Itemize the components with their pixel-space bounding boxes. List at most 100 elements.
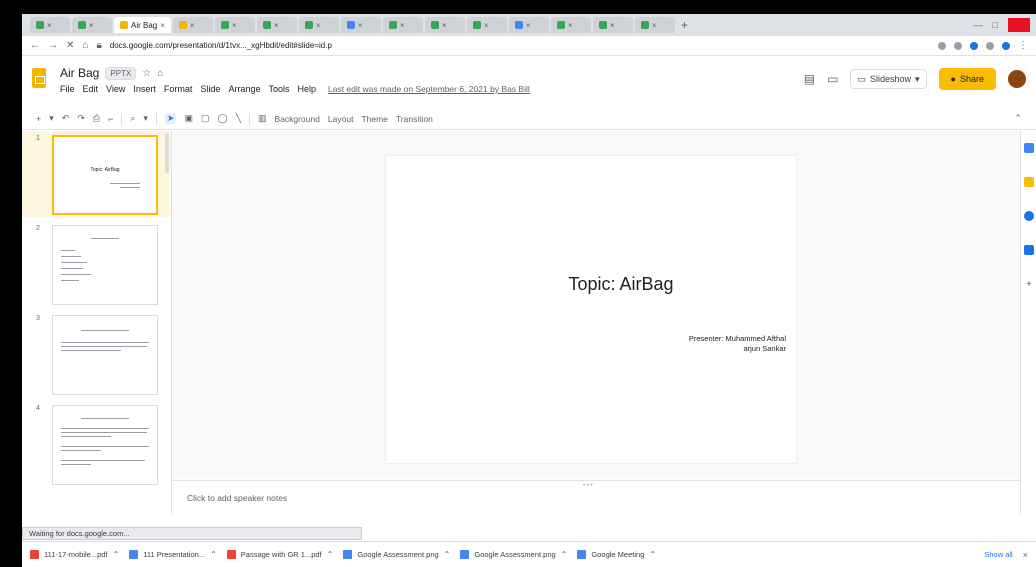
close-tab-icon[interactable]: × [400, 21, 405, 30]
close-tab-icon[interactable]: × [442, 21, 447, 30]
chevron-down-icon[interactable]: ⌃ [649, 550, 656, 559]
shape-icon[interactable]: ◯ [218, 113, 228, 124]
theme-button[interactable]: Theme [361, 114, 387, 124]
zoom-icon[interactable]: ⌕ [130, 113, 135, 124]
speaker-notes[interactable]: • • • Click to add speaker notes [173, 480, 1020, 514]
chevron-down-icon[interactable]: ⌃ [444, 550, 451, 559]
menu-arrange[interactable]: Arrange [228, 84, 260, 94]
avatar[interactable] [1008, 70, 1026, 88]
close-tab-icon[interactable]: × [160, 21, 165, 30]
close-window-button[interactable] [1008, 18, 1030, 32]
browser-tab[interactable]: × [424, 17, 465, 33]
download-item[interactable]: Google Assessment.png ⌃ [460, 550, 567, 559]
menu-slide[interactable]: Slide [200, 84, 220, 94]
menu-view[interactable]: View [106, 84, 125, 94]
download-item[interactable]: Google Assessment.png ⌃ [343, 550, 450, 559]
chevron-down-icon[interactable]: ▾ [915, 74, 920, 85]
browser-tab[interactable]: × [172, 17, 213, 33]
menu-file[interactable]: File [60, 84, 75, 94]
slide-subtitle-text[interactable]: Presenter: Muhammed Afthal arjun Sankar [586, 334, 786, 354]
home-icon[interactable]: ⌂ [82, 40, 88, 51]
close-tab-icon[interactable]: × [274, 21, 279, 30]
print-icon[interactable]: ⎙ [93, 113, 100, 124]
browser-tab[interactable]: × [466, 17, 507, 33]
close-tab-icon[interactable]: × [190, 21, 195, 30]
undo-icon[interactable]: ↶ [62, 113, 70, 124]
chevron-down-icon[interactable]: ⌃ [561, 550, 568, 559]
comments-icon[interactable]: ▤ [804, 72, 815, 86]
close-tab-icon[interactable]: × [526, 21, 531, 30]
calendar-icon[interactable] [1024, 143, 1034, 153]
browser-tab[interactable]: × [592, 17, 633, 33]
close-tab-icon[interactable]: × [484, 21, 489, 30]
url-field[interactable]: docs.google.com/presentation/d/1tvx..._x… [110, 41, 930, 50]
slide-thumbnail[interactable]: Topic: AirBag [52, 135, 158, 215]
slide-thumbnail-row[interactable]: 4 [22, 401, 171, 487]
last-edit-link[interactable]: Last edit was made on September 6, 2021 … [328, 84, 530, 94]
maximize-icon[interactable]: □ [993, 20, 998, 30]
browser-tab[interactable]: × [634, 17, 675, 33]
extension-icon[interactable] [986, 41, 994, 50]
menu-dots-icon[interactable]: ⋮ [1018, 40, 1028, 51]
line-icon[interactable]: ╲ [236, 113, 241, 124]
paint-format-icon[interactable]: ⌐ [108, 114, 113, 124]
close-tab-icon[interactable]: × [47, 21, 52, 30]
contacts-icon[interactable] [1024, 245, 1034, 255]
browser-tab[interactable]: × [340, 17, 381, 33]
transition-button[interactable]: Transition [396, 114, 433, 124]
star-icon[interactable]: ☆ [142, 68, 151, 79]
slide-thumbnail[interactable] [52, 405, 158, 485]
slide-thumbnail[interactable] [52, 315, 158, 395]
add-on-icon[interactable]: + [1024, 279, 1034, 290]
browser-tab[interactable]: × [550, 17, 591, 33]
share-button[interactable]: ● Share [938, 68, 996, 90]
collapse-toolbar-icon[interactable]: ⌃ [1014, 113, 1022, 124]
download-item[interactable]: Passage with GR 1...pdf ⌃ [226, 550, 334, 559]
extension-icon[interactable] [954, 41, 962, 50]
comment-add-icon[interactable]: ▥ [258, 113, 267, 124]
menu-help[interactable]: Help [297, 84, 316, 94]
download-item[interactable]: 111-17-mobile...pdf ⌃ [30, 550, 119, 559]
close-tab-icon[interactable]: × [232, 21, 237, 30]
close-tab-icon[interactable]: × [358, 21, 363, 30]
show-all-downloads-link[interactable]: Show all [984, 550, 1012, 559]
menu-tools[interactable]: Tools [268, 84, 289, 94]
browser-tab[interactable]: × [72, 17, 112, 33]
slide-title-text[interactable]: Topic: AirBag [386, 274, 796, 295]
back-icon[interactable]: ← [30, 40, 40, 51]
profile-icon[interactable] [1002, 41, 1010, 50]
close-downloads-icon[interactable]: × [1023, 550, 1028, 560]
new-tab-button[interactable]: + [677, 18, 692, 32]
document-title[interactable]: Air Bag [60, 66, 99, 80]
notes-resize-handle[interactable]: • • • [583, 483, 593, 489]
background-button[interactable]: Background [275, 114, 320, 124]
browser-tab[interactable]: × [508, 17, 549, 33]
chevron-down-icon[interactable]: ⌃ [327, 550, 334, 559]
chevron-down-icon[interactable]: ⌃ [210, 550, 217, 559]
menu-format[interactable]: Format [164, 84, 193, 94]
slide-thumbnail-row[interactable]: 1 Topic: AirBag [22, 131, 171, 217]
slide-thumbnail-row[interactable]: 3 [22, 311, 171, 397]
slideshow-button[interactable]: ▭ Slideshow ▾ [850, 69, 927, 89]
slide-thumbnail-row[interactable]: 2 [22, 221, 171, 307]
slides-logo-icon[interactable] [32, 68, 46, 88]
chevron-down-icon[interactable]: ▾ [143, 113, 148, 124]
browser-tab[interactable]: × [382, 17, 423, 33]
select-icon[interactable]: ➤ [164, 113, 177, 124]
forward-icon[interactable]: → [48, 40, 58, 51]
close-tab-icon[interactable]: × [610, 21, 615, 30]
download-item[interactable]: Google Meeting ⌃ [577, 550, 656, 559]
menu-edit[interactable]: Edit [83, 84, 99, 94]
browser-tab[interactable]: × [256, 17, 297, 33]
textbox-icon[interactable]: ▣ [184, 113, 193, 124]
add-slide-icon[interactable]: + [36, 114, 41, 124]
close-tab-icon[interactable]: × [568, 21, 573, 30]
filmstrip-scrollbar[interactable] [165, 133, 169, 173]
browser-tab[interactable]: × [214, 17, 255, 33]
redo-icon[interactable]: ↷ [77, 113, 85, 124]
keep-icon[interactable] [1024, 177, 1034, 187]
reload-icon[interactable]: ✕ [66, 40, 74, 51]
chevron-down-icon[interactable]: ⌃ [113, 550, 120, 559]
layout-button[interactable]: Layout [328, 114, 354, 124]
chevron-down-icon[interactable]: ▾ [49, 113, 54, 124]
